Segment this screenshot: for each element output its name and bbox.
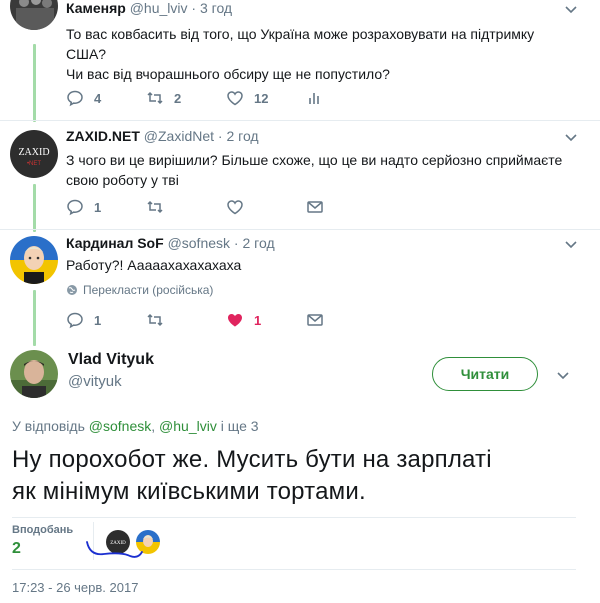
heart-icon: [227, 91, 243, 106]
avatar[interactable]: [10, 236, 58, 284]
reply-prefix: У відповідь: [12, 418, 85, 434]
author-name[interactable]: Кардинал SoF: [66, 235, 164, 251]
translate-link[interactable]: Перекласти (російська): [66, 283, 213, 297]
reply-button[interactable]: 1: [66, 311, 146, 329]
envelope-icon: [307, 201, 323, 213]
tweet-text-line: Чи вас від вчорашнього обсиру ще не попу…: [66, 66, 390, 82]
avatar[interactable]: [10, 0, 58, 30]
tweet-zaxidnet[interactable]: ZAXID •NET ZAXID.NET @ZaxidNet · 2 год З…: [0, 121, 600, 229]
chevron-down-icon[interactable]: [564, 130, 578, 144]
tweet-header: ZAXID.NET @ZaxidNet · 2 год: [66, 128, 259, 144]
avatar[interactable]: ZAXID •NET: [10, 130, 58, 178]
tweet-text-line: Работу?! Аааааxахахахаха: [66, 257, 242, 273]
tweet-actions: 1: [66, 196, 386, 218]
main-author-name[interactable]: Vlad Vityuk: [68, 351, 154, 369]
main-tweet-line: Ну порохобот же. Мусить бути на зарплаті: [12, 446, 492, 473]
heart-icon: [227, 200, 243, 215]
like-button[interactable]: 1: [226, 311, 306, 329]
author-handle[interactable]: @hu_lviv: [130, 0, 188, 16]
translate-label: Перекласти (російська): [83, 283, 214, 297]
direct-message-button[interactable]: [306, 198, 386, 216]
separator-dot: ·: [233, 235, 239, 251]
tweet-text-line: США?: [66, 46, 107, 62]
likes-label[interactable]: Вподобань: [12, 524, 73, 536]
reply-button[interactable]: 4: [66, 89, 146, 107]
handdrawn-scribble: [86, 541, 143, 558]
reply-icon: [67, 312, 83, 329]
globe-icon: [67, 285, 77, 295]
tweet-text-line: З чого ви це вирішили? Більше схоже, що …: [66, 152, 563, 168]
retweet-icon: [147, 91, 163, 105]
tweet-header: Каменяр @hu_lviv · 3 год: [66, 0, 232, 16]
main-author-handle[interactable]: @vityuk: [68, 373, 122, 390]
chevron-down-icon[interactable]: [564, 2, 578, 16]
reply-count: 1: [94, 199, 102, 215]
tweet-hu-lviv[interactable]: Каменяр @hu_lviv · 3 год То вас ковбасит…: [0, 0, 600, 120]
main-tweet-line: як мінімум київськими тортами.: [12, 478, 366, 505]
analytics-icon: [309, 93, 319, 104]
main-tweet-text: Ну порохобот же. Мусить бути на зарплаті…: [12, 444, 572, 508]
separator-dot: ·: [217, 128, 223, 144]
mention-link[interactable]: @hu_lviv: [159, 418, 217, 434]
reply-context: У відповідь @sofnesk, @hu_lviv і ще 3: [12, 418, 259, 434]
author-handle[interactable]: @ZaxidNet: [144, 128, 214, 144]
chevron-down-icon[interactable]: [564, 237, 578, 251]
retweet-button[interactable]: 2: [146, 89, 226, 107]
retweet-icon: [147, 313, 163, 327]
tweet-text-line: То вас ковбасить від того, що Україна мо…: [66, 26, 535, 42]
retweet-button[interactable]: [146, 198, 226, 216]
envelope-icon: [307, 314, 323, 326]
avatar-logo-text: ZAXID: [18, 147, 49, 158]
follow-button[interactable]: Читати: [432, 357, 538, 391]
tweet-text: З чого ви це вирішили? Більше схоже, що …: [66, 150, 570, 190]
direct-message-button[interactable]: [306, 311, 386, 329]
mention-link[interactable]: @sofnesk: [89, 418, 151, 434]
main-avatar[interactable]: [10, 350, 58, 398]
tweet-time[interactable]: 3 год: [200, 0, 232, 16]
author-handle[interactable]: @sofnesk: [168, 235, 230, 251]
tweet-time[interactable]: 2 год: [226, 128, 258, 144]
separator-dot: ·: [191, 0, 197, 16]
reply-icon: [67, 199, 83, 216]
reply-button[interactable]: 1: [66, 198, 146, 216]
retweet-icon: [147, 200, 163, 214]
reply-count: 4: [94, 90, 102, 106]
chevron-down-icon[interactable]: [556, 368, 570, 382]
likes-count[interactable]: 2: [12, 540, 21, 558]
tweet-sofnesk[interactable]: Кардинал SoF @sofnesk · 2 год Работу?! А…: [0, 230, 600, 340]
analytics-button[interactable]: [306, 89, 386, 107]
avatar-logo-sub: •NET: [27, 161, 41, 167]
tweet-text: То вас ковбасить від того, що Україна мо…: [66, 24, 570, 84]
like-count: 12: [254, 90, 269, 106]
like-button[interactable]: [226, 198, 306, 216]
author-name[interactable]: Каменяр: [66, 0, 126, 16]
tweet-actions: 4 2 12: [66, 87, 386, 109]
like-count: 1: [254, 312, 262, 328]
tweet-time[interactable]: 2 год: [242, 235, 274, 251]
heart-filled-icon: [228, 314, 242, 327]
tweet-header: Кардинал SoF @sofnesk · 2 год: [66, 235, 275, 251]
tweet-text-line: свою роботу у тві: [66, 172, 179, 188]
tweet-text: Работу?! Аааааxахахахаха: [66, 255, 570, 275]
divider: [12, 517, 576, 518]
retweet-count: 2: [174, 90, 182, 106]
reply-icon: [67, 90, 83, 107]
tweet-timestamp[interactable]: 17:23 - 26 черв. 2017: [12, 580, 138, 595]
like-button[interactable]: 12: [226, 89, 306, 107]
divider: [12, 569, 576, 570]
reply-count: 1: [94, 312, 102, 328]
tweet-actions: 1 1: [66, 309, 386, 331]
reply-suffix[interactable]: і ще 3: [221, 418, 259, 434]
retweet-button[interactable]: [146, 311, 226, 329]
comma: ,: [151, 418, 160, 434]
author-name[interactable]: ZAXID.NET: [66, 128, 140, 144]
